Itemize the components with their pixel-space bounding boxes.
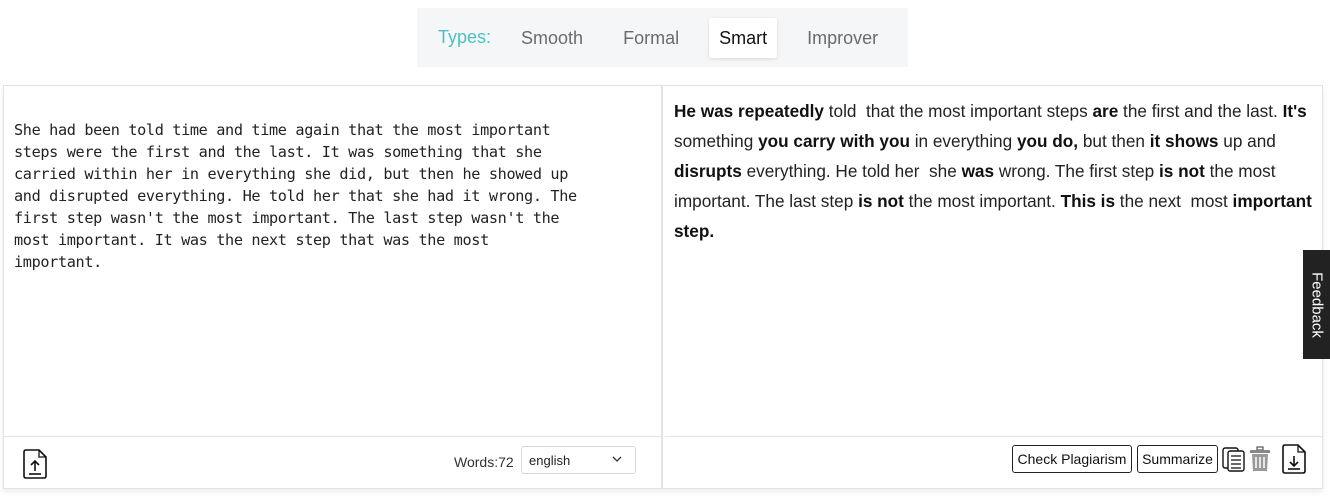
trash-icon	[1250, 446, 1270, 471]
output-phrase: the most important.	[903, 191, 1061, 211]
output-phrase: in everything	[909, 131, 1017, 151]
chevron-down-icon	[612, 456, 622, 462]
output-text: He was repeatedly told that the most imp…	[674, 96, 1314, 246]
changed-phrase: it shows	[1149, 131, 1219, 151]
delete-button[interactable]	[1249, 445, 1271, 473]
language-select[interactable]: english	[521, 446, 636, 474]
summarize-button[interactable]: Summarize	[1137, 445, 1218, 473]
changed-phrase: are	[1092, 101, 1119, 121]
changed-phrase: It's	[1282, 101, 1307, 121]
changed-phrase: you carry with you	[758, 131, 910, 151]
tab-improver[interactable]: Improver	[797, 18, 888, 58]
output-phrase: but then	[1078, 131, 1150, 151]
output-phrase: the first and the last.	[1118, 101, 1283, 121]
changed-phrase: was	[961, 161, 995, 181]
types-bar: Types: Smooth Formal Smart Improver	[417, 8, 908, 67]
changed-phrase: disrupts	[674, 161, 742, 181]
upload-file-button[interactable]	[22, 449, 48, 479]
input-textarea[interactable]: She had been told time and time again th…	[14, 119, 659, 273]
copy-button[interactable]	[1222, 445, 1246, 473]
output-phrase: wrong. The first step	[994, 161, 1160, 181]
tab-smooth[interactable]: Smooth	[511, 18, 593, 58]
types-label: Types:	[438, 27, 492, 47]
changed-phrase: is not	[1159, 161, 1205, 181]
word-count: Words:72	[454, 454, 514, 470]
feedback-tab[interactable]: Feedback	[1303, 250, 1330, 359]
changed-phrase: you do,	[1016, 131, 1079, 151]
feedback-label: Feedback	[1308, 271, 1325, 338]
input-footer: Words:72 english	[4, 436, 661, 488]
editor-panel: She had been told time and time again th…	[3, 85, 1323, 489]
output-phrase: everything. He told her she	[741, 161, 962, 181]
output-pane: He was repeatedly told that the most imp…	[665, 86, 1322, 488]
changed-phrase: is not	[858, 191, 904, 211]
tab-smart[interactable]: Smart	[709, 17, 778, 58]
copy-icon	[1222, 447, 1245, 472]
file-download-icon	[1282, 444, 1306, 474]
download-button[interactable]	[1281, 444, 1307, 474]
output-phrase: told that the most important steps	[824, 101, 1093, 121]
input-pane: She had been told time and time again th…	[4, 86, 663, 488]
output-phrase: the next most	[1115, 191, 1233, 211]
tab-formal[interactable]: Formal	[613, 18, 689, 58]
changed-phrase: He was repeatedly	[674, 101, 824, 121]
changed-phrase: This is	[1060, 191, 1116, 211]
output-footer: Check Plagiarism Summarize	[665, 436, 1322, 488]
language-value: english	[529, 453, 571, 468]
file-upload-icon	[23, 449, 47, 479]
output-phrase: up and	[1218, 131, 1281, 151]
check-plagiarism-button[interactable]: Check Plagiarism	[1012, 445, 1132, 473]
